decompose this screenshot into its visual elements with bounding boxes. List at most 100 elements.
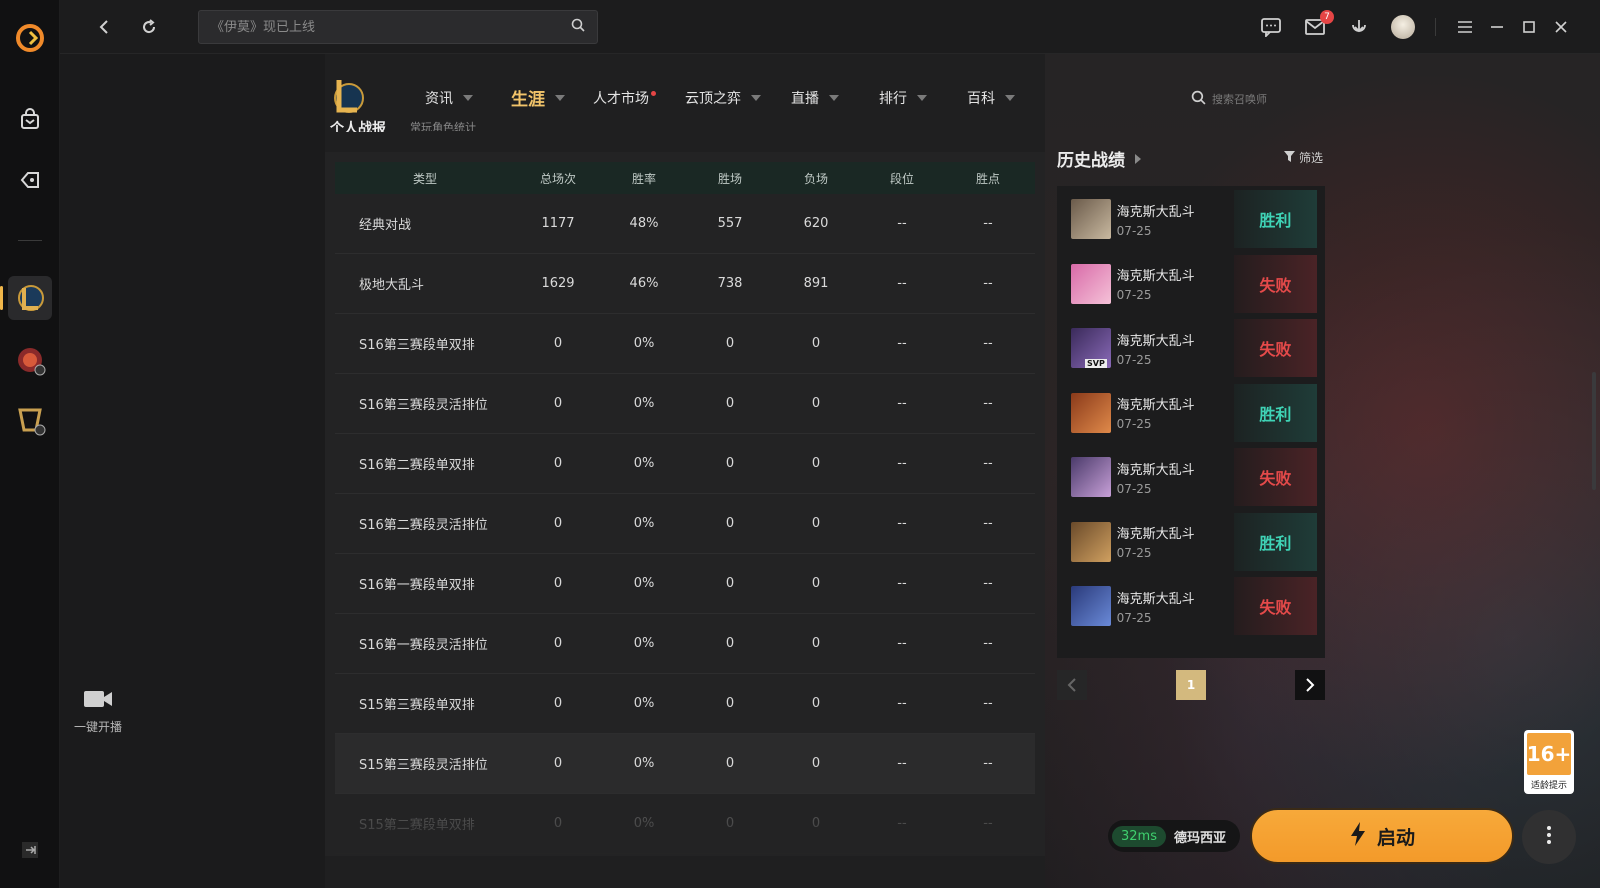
match-item[interactable]: 海克斯大乱斗 07-25 失败 [1065,577,1318,635]
stream-label: 一键开播 [73,720,122,734]
cell-value: -- [983,396,993,411]
match-item[interactable]: 海克斯大乱斗 07-25 胜利 [1065,512,1318,571]
game-arena-icon[interactable] [8,338,52,382]
summoner-search-placeholder: 搜索召唤师 [1212,93,1267,106]
maximize-icon[interactable] [1516,14,1542,40]
match-info: 海克斯大乱斗 07-25 [1117,330,1234,367]
one-click-stream-button[interactable]: 一键开播 [68,688,128,735]
match-date: 07-25 [1116,481,1152,496]
cell-value: 48% [629,216,659,231]
match-item[interactable]: 海克斯大乱斗 07-25 失败 [1065,448,1318,506]
collapse-sidebar-icon[interactable] [20,840,40,860]
cell-value: 0% [633,516,655,531]
cell-value: 0 [725,576,735,591]
champion-avatar [1071,457,1111,497]
cell-type: 经典对战 [359,218,412,233]
champion-avatar [1071,263,1111,304]
download-icon[interactable] [1346,14,1372,40]
nav-item-career[interactable]: 生涯 [511,85,565,110]
cell-value: -- [983,636,993,651]
nav-item-talent-market[interactable]: 人才市场 [593,88,656,108]
match-info: 海克斯大乱斗 07-25 [1117,459,1234,496]
cell-value: 0 [811,696,821,711]
match-mode: 海克斯大乱斗 [1116,527,1195,542]
next-page-button[interactable] [1295,670,1325,700]
page-scrollbar[interactable] [1592,372,1596,490]
global-search-input[interactable] [211,19,571,35]
table-header: 类型 总场次 胜率 胜场 负场 段位 胜点 [335,162,1035,194]
page-number[interactable]: 1 [1176,670,1206,700]
game-valorant-icon[interactable] [8,398,52,442]
launch-button[interactable]: 启动 [1250,808,1514,864]
cell-value: 0% [633,756,655,771]
cell-value: 0 [811,636,821,651]
menu-icon[interactable] [1452,14,1478,40]
cell-value: -- [897,816,907,831]
summoner-search[interactable]: 搜索召唤师 [1191,90,1267,108]
minimize-icon[interactable] [1484,14,1510,40]
cell-value: -- [983,816,993,831]
chevron-down-icon [917,95,927,101]
match-info: 海克斯大乱斗 07-25 [1117,588,1234,625]
top-bar: 7 [60,0,1600,54]
filter-button[interactable]: 筛选 [1284,149,1323,166]
cell-value: 0 [725,336,735,351]
more-options-button[interactable] [1522,810,1576,864]
cell-type: S16第二赛段单双排 [359,458,475,473]
cell-value: 0 [725,516,735,531]
match-result: 胜利 [1233,383,1318,442]
cell-value: -- [983,336,993,351]
cell-value: -- [983,276,993,291]
cell-value: 0 [811,396,821,411]
match-item[interactable]: 海克斯大乱斗 07-25 胜利 [1065,190,1318,248]
cell-value: 0 [725,396,735,411]
match-mode: 海克斯大乱斗 [1116,204,1195,220]
nav-item-news[interactable]: 资讯 [425,88,473,108]
new-dot-badge [651,90,656,96]
cell-type: S15第三赛段灵活排位 [359,758,488,773]
user-avatar[interactable] [1391,15,1415,39]
game-tag-icon[interactable] [16,166,44,194]
header-wins: 胜场 [717,171,742,186]
search-icon[interactable] [571,18,585,36]
chat-icon[interactable] [1258,14,1284,40]
svp-badge: SVP [1085,359,1107,368]
app-logo-icon[interactable] [14,22,46,54]
refresh-icon[interactable] [136,14,162,40]
cell-value: -- [983,576,993,591]
lol-logo-icon[interactable] [329,76,365,116]
global-search-box[interactable] [198,10,598,44]
back-arrow-icon[interactable] [92,14,118,40]
prev-page-button[interactable] [1057,670,1087,700]
nav-item-ranking[interactable]: 排行 [879,88,927,108]
match-item[interactable]: SVP 海克斯大乱斗 07-25 失败 [1065,319,1318,377]
cell-value: -- [897,636,907,651]
match-mode: 海克斯大乱斗 [1116,462,1195,478]
table-row: S15第二赛段单双排 0 0% 0 0 -- -- [335,794,1035,854]
close-icon[interactable] [1548,14,1574,40]
match-item[interactable]: 海克斯大乱斗 07-25 胜利 [1065,383,1318,442]
mail-icon[interactable]: 7 [1302,10,1334,40]
cell-value: 0 [811,516,821,531]
nav-item-live[interactable]: 直播 [791,88,839,108]
cell-value: 1629 [541,276,575,291]
table-row: S16第二赛段灵活排位 0 0% 0 0 -- -- [335,494,1035,554]
cell-value: -- [983,456,993,471]
cell-value: 891 [803,276,829,291]
table-row: 极地大乱斗 1629 46% 738 891 -- -- [335,254,1035,314]
game-lol-icon[interactable] [8,276,52,320]
side-panel [60,54,325,888]
history-title[interactable]: 历史战绩 [1057,146,1141,171]
nav-item-wiki[interactable]: 百科 [967,88,1015,108]
cell-type: S16第二赛段灵活排位 [359,518,488,533]
cell-type: S16第三赛段灵活排位 [359,398,488,413]
match-result: 失败 [1233,577,1318,635]
rail-divider [18,240,42,241]
match-item[interactable]: 海克斯大乱斗 07-25 失败 [1065,254,1318,313]
nav-item-wiki-label: 百科 [967,91,995,107]
nav-item-tft[interactable]: 云顶之弈 [685,88,761,108]
store-bag-icon[interactable] [16,106,44,134]
server-selector[interactable]: 32ms 德玛西亚 [1108,820,1240,852]
cell-value: -- [897,216,907,231]
cell-value: 0% [633,456,655,471]
